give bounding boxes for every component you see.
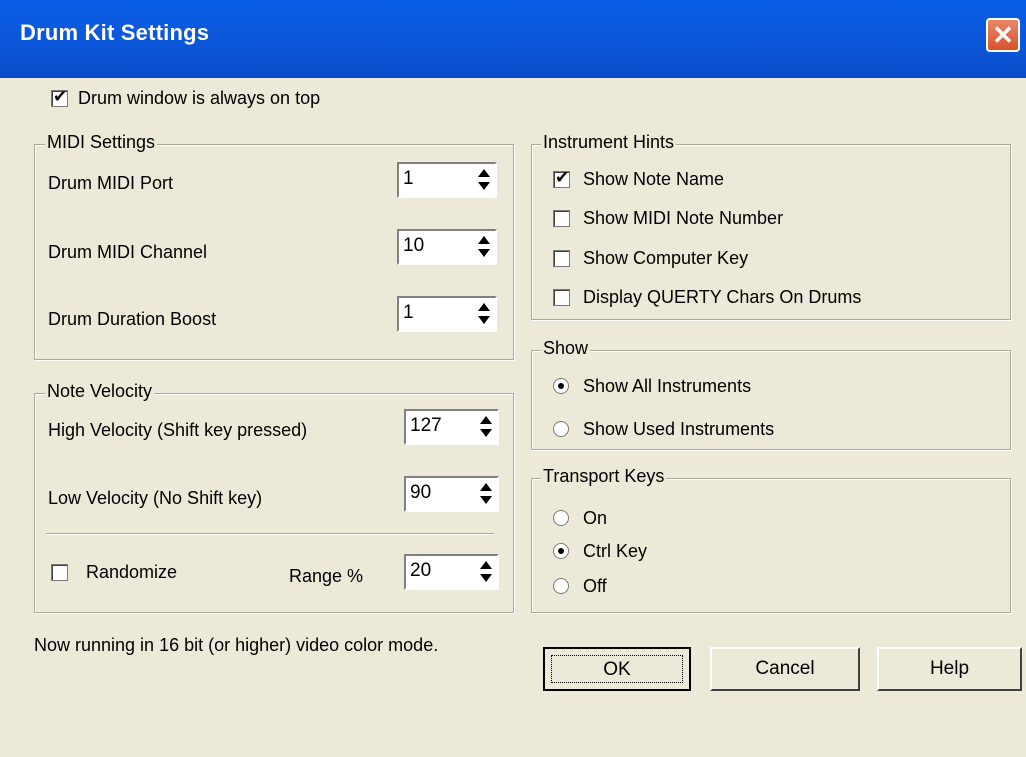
low-velocity-value: 90 — [410, 482, 432, 503]
help-button[interactable]: Help — [877, 647, 1022, 691]
low-velocity-spinner[interactable]: 90 — [404, 476, 499, 512]
ok-button[interactable]: OK — [543, 647, 691, 691]
transport-on-radio[interactable] — [553, 510, 569, 526]
display-querty-chars-label: Display QUERTY Chars On Drums — [583, 287, 862, 307]
transport-off-label: Off — [583, 576, 607, 596]
drum-duration-boost-value: 1 — [403, 302, 414, 323]
transport-keys-title: Transport Keys — [541, 466, 667, 487]
show-title: Show — [541, 338, 591, 359]
drum-midi-channel-spinner[interactable]: 10 — [397, 229, 497, 265]
ok-button-label: OK — [551, 655, 683, 683]
transport-ctrl-key-label: Ctrl Key — [583, 541, 648, 561]
spinner-arrows-icon[interactable] — [475, 233, 493, 261]
show-note-name-checkbox[interactable] — [553, 168, 570, 188]
drum-kit-settings-dialog: Drum Kit Settings ✕ Drum window is alway… — [0, 0, 1026, 757]
drum-duration-boost-label: Drum Duration Boost — [48, 309, 217, 329]
show-midi-note-number-label: Show MIDI Note Number — [583, 208, 784, 228]
close-icon: ✕ — [992, 20, 1014, 50]
range-label: Range % — [289, 566, 364, 586]
high-velocity-label: High Velocity (Shift key pressed) — [48, 420, 308, 440]
velocity-divider — [46, 533, 494, 535]
spinner-arrows-icon[interactable] — [477, 480, 495, 508]
high-velocity-value: 127 — [410, 415, 442, 436]
transport-ctrl-key-radio[interactable] — [553, 543, 569, 559]
drum-midi-port-label: Drum MIDI Port — [48, 173, 174, 193]
display-querty-chars-checkbox[interactable] — [553, 289, 570, 306]
show-used-instruments-radio[interactable] — [553, 421, 569, 437]
close-button[interactable]: ✕ — [986, 18, 1020, 52]
high-velocity-spinner[interactable]: 127 — [404, 409, 499, 445]
randomize-checkbox[interactable] — [51, 564, 68, 581]
instrument-hints-title: Instrument Hints — [541, 132, 677, 153]
cancel-button[interactable]: Cancel — [710, 647, 860, 691]
spinner-arrows-icon[interactable] — [477, 413, 495, 441]
low-velocity-label: Low Velocity (No Shift key) — [48, 488, 263, 508]
midi-settings-title: MIDI Settings — [45, 132, 158, 153]
transport-off-radio[interactable] — [553, 578, 569, 594]
drum-midi-channel-label: Drum MIDI Channel — [48, 242, 208, 262]
spinner-arrows-icon[interactable] — [477, 558, 495, 586]
note-velocity-title: Note Velocity — [45, 381, 155, 402]
show-midi-note-number-checkbox[interactable] — [553, 210, 570, 227]
drum-midi-port-value: 1 — [403, 168, 414, 189]
spinner-arrows-icon[interactable] — [475, 166, 493, 194]
show-all-instruments-radio[interactable] — [553, 378, 569, 394]
spinner-arrows-icon[interactable] — [475, 300, 493, 328]
range-spinner[interactable]: 20 — [404, 554, 499, 590]
drum-duration-boost-spinner[interactable]: 1 — [397, 296, 497, 332]
drum-midi-channel-value: 10 — [403, 235, 425, 256]
window-title: Drum Kit Settings — [20, 20, 210, 45]
show-computer-key-checkbox[interactable] — [553, 250, 570, 267]
show-computer-key-label: Show Computer Key — [583, 248, 749, 268]
transport-on-label: On — [583, 508, 608, 528]
range-value: 20 — [410, 560, 432, 581]
show-note-name-label: Show Note Name — [583, 169, 725, 189]
always-on-top-checkbox[interactable] — [51, 87, 68, 107]
drum-midi-port-spinner[interactable]: 1 — [397, 162, 497, 198]
show-used-instruments-label: Show Used Instruments — [583, 419, 775, 439]
title-bar[interactable]: Drum Kit Settings ✕ — [0, 0, 1026, 78]
randomize-label: Randomize — [86, 562, 178, 582]
status-text: Now running in 16 bit (or higher) video … — [34, 635, 439, 655]
show-all-instruments-label: Show All Instruments — [583, 376, 752, 396]
always-on-top-label: Drum window is always on top — [78, 88, 321, 108]
dialog-body: Drum window is always on top MIDI Settin… — [0, 78, 1026, 757]
